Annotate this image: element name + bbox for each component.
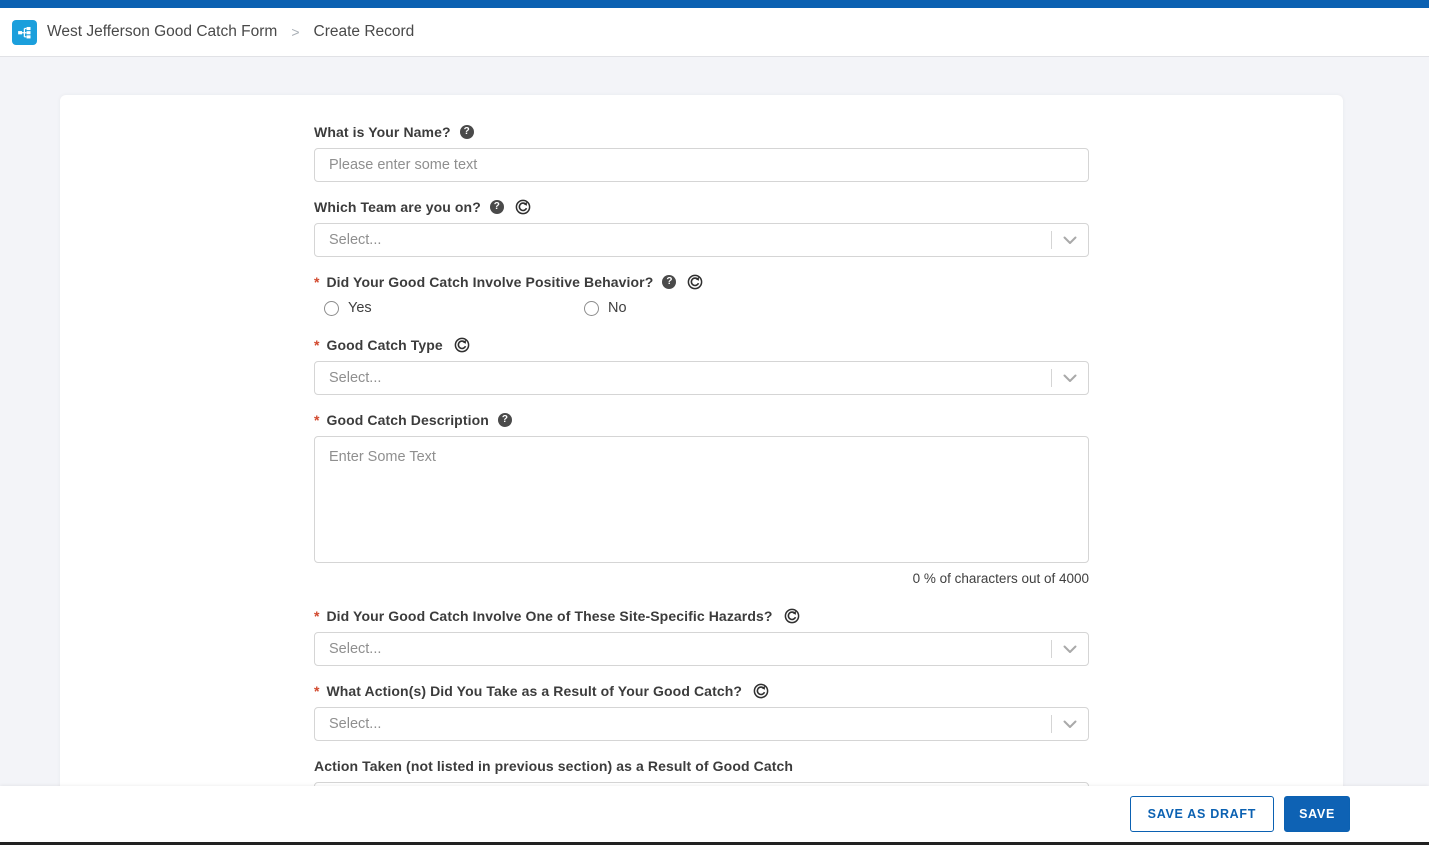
select-divider xyxy=(1051,231,1052,249)
form-hierarchy-icon[interactable] xyxy=(12,20,37,45)
what-is-your-name-input[interactable]: Please enter some text xyxy=(314,148,1089,182)
radio-option-no[interactable]: No xyxy=(584,300,844,316)
reset-icon[interactable] xyxy=(753,683,769,699)
app-window: West Jefferson Good Catch Form > Create … xyxy=(0,0,1429,845)
field-label-row: * Good Catch Description? xyxy=(314,411,1089,429)
required-asterisk: * xyxy=(314,412,319,428)
field-label: What Action(s) Did You Take as a Result … xyxy=(326,683,742,699)
field-label: Action Taken (not listed in previous sec… xyxy=(314,758,793,774)
good-catch-description-textarea[interactable]: Enter Some Text xyxy=(314,436,1089,563)
select-placeholder: Select... xyxy=(329,232,381,248)
field-label: Did Your Good Catch Involve One of These… xyxy=(326,608,772,624)
select-divider xyxy=(1051,369,1052,387)
select-placeholder: Select... xyxy=(329,370,381,386)
breadcrumb-app-title[interactable]: West Jefferson Good Catch Form xyxy=(47,23,277,41)
footer-action-bar: SAVE AS DRAFT SAVE xyxy=(0,786,1429,842)
radio-option-label: No xyxy=(608,300,627,316)
form-field-positive-behavior: * Did Your Good Catch Involve Positive Be… xyxy=(314,273,1089,318)
breadcrumb-separator-icon: > xyxy=(291,24,299,40)
input-placeholder: Please enter some text xyxy=(329,157,477,173)
radio-option-label: Yes xyxy=(348,300,372,316)
field-label: Did Your Good Catch Involve Positive Beh… xyxy=(326,274,653,290)
field-label-row: Action Taken (not listed in previous sec… xyxy=(314,757,1089,775)
field-label-row: * Did Your Good Catch Involve Positive Be… xyxy=(314,273,1089,291)
chevron-down-icon[interactable] xyxy=(1063,720,1077,729)
required-asterisk: * xyxy=(314,274,319,290)
required-asterisk: * xyxy=(314,608,319,624)
help-icon[interactable]: ? xyxy=(662,275,676,289)
reset-icon[interactable] xyxy=(454,337,470,353)
reset-icon[interactable] xyxy=(687,274,703,290)
form-field-good-catch-type: * Good Catch Type Select... xyxy=(314,336,1089,395)
save-as-draft-button[interactable]: SAVE AS DRAFT xyxy=(1130,796,1274,832)
breadcrumb-header: West Jefferson Good Catch Form > Create … xyxy=(0,8,1429,57)
select-divider xyxy=(1051,715,1052,733)
form-field-which-team: Which Team are you on?? Select... xyxy=(314,198,1089,257)
reset-icon[interactable] xyxy=(784,608,800,624)
which-team-select[interactable]: Select... xyxy=(314,223,1089,257)
textarea-placeholder: Enter Some Text xyxy=(329,449,436,465)
form-card: What is Your Name?? Please enter some tex… xyxy=(60,95,1343,845)
required-asterisk: * xyxy=(314,337,319,353)
save-button[interactable]: SAVE xyxy=(1284,796,1350,832)
select-divider xyxy=(1051,640,1052,658)
form-field-site-specific-hazards: * Did Your Good Catch Involve One of Thes… xyxy=(314,607,1089,666)
form-field-what-is-your-name: What is Your Name?? Please enter some tex… xyxy=(314,123,1089,182)
required-asterisk: * xyxy=(314,683,319,699)
reset-icon[interactable] xyxy=(515,199,531,215)
field-label-row: Which Team are you on?? xyxy=(314,198,1089,216)
good-catch-type-select[interactable]: Select... xyxy=(314,361,1089,395)
help-icon[interactable]: ? xyxy=(490,200,504,214)
chevron-down-icon[interactable] xyxy=(1063,236,1077,245)
form-field-actions-taken: * What Action(s) Did You Take as a Result… xyxy=(314,682,1089,741)
radio-group: Yes No xyxy=(314,298,1089,318)
form-fields: What is Your Name?? Please enter some tex… xyxy=(314,123,1089,832)
radio-button[interactable] xyxy=(584,301,599,316)
help-icon[interactable]: ? xyxy=(460,125,474,139)
help-icon[interactable]: ? xyxy=(498,413,512,427)
actions-taken-select[interactable]: Select... xyxy=(314,707,1089,741)
field-label-row: * Good Catch Type xyxy=(314,336,1089,354)
chevron-down-icon[interactable] xyxy=(1063,645,1077,654)
field-label: Good Catch Description xyxy=(326,412,488,428)
field-label-row: * Did Your Good Catch Involve One of Thes… xyxy=(314,607,1089,625)
radio-option-yes[interactable]: Yes xyxy=(324,300,584,316)
character-counter: 0 % of characters out of 4000 xyxy=(314,571,1089,586)
field-label-row: What is Your Name?? xyxy=(314,123,1089,141)
select-placeholder: Select... xyxy=(329,716,381,732)
field-label: Good Catch Type xyxy=(326,337,442,353)
site-specific-hazards-select[interactable]: Select... xyxy=(314,632,1089,666)
top-accent-bar xyxy=(0,0,1429,8)
radio-button[interactable] xyxy=(324,301,339,316)
field-label: Which Team are you on? xyxy=(314,199,481,215)
form-field-good-catch-description: * Good Catch Description? Enter Some Text 0… xyxy=(314,411,1089,586)
field-label: What is Your Name? xyxy=(314,124,451,140)
breadcrumb-page-title: Create Record xyxy=(314,23,415,41)
select-placeholder: Select... xyxy=(329,641,381,657)
field-label-row: * What Action(s) Did You Take as a Result… xyxy=(314,682,1089,700)
chevron-down-icon[interactable] xyxy=(1063,374,1077,383)
